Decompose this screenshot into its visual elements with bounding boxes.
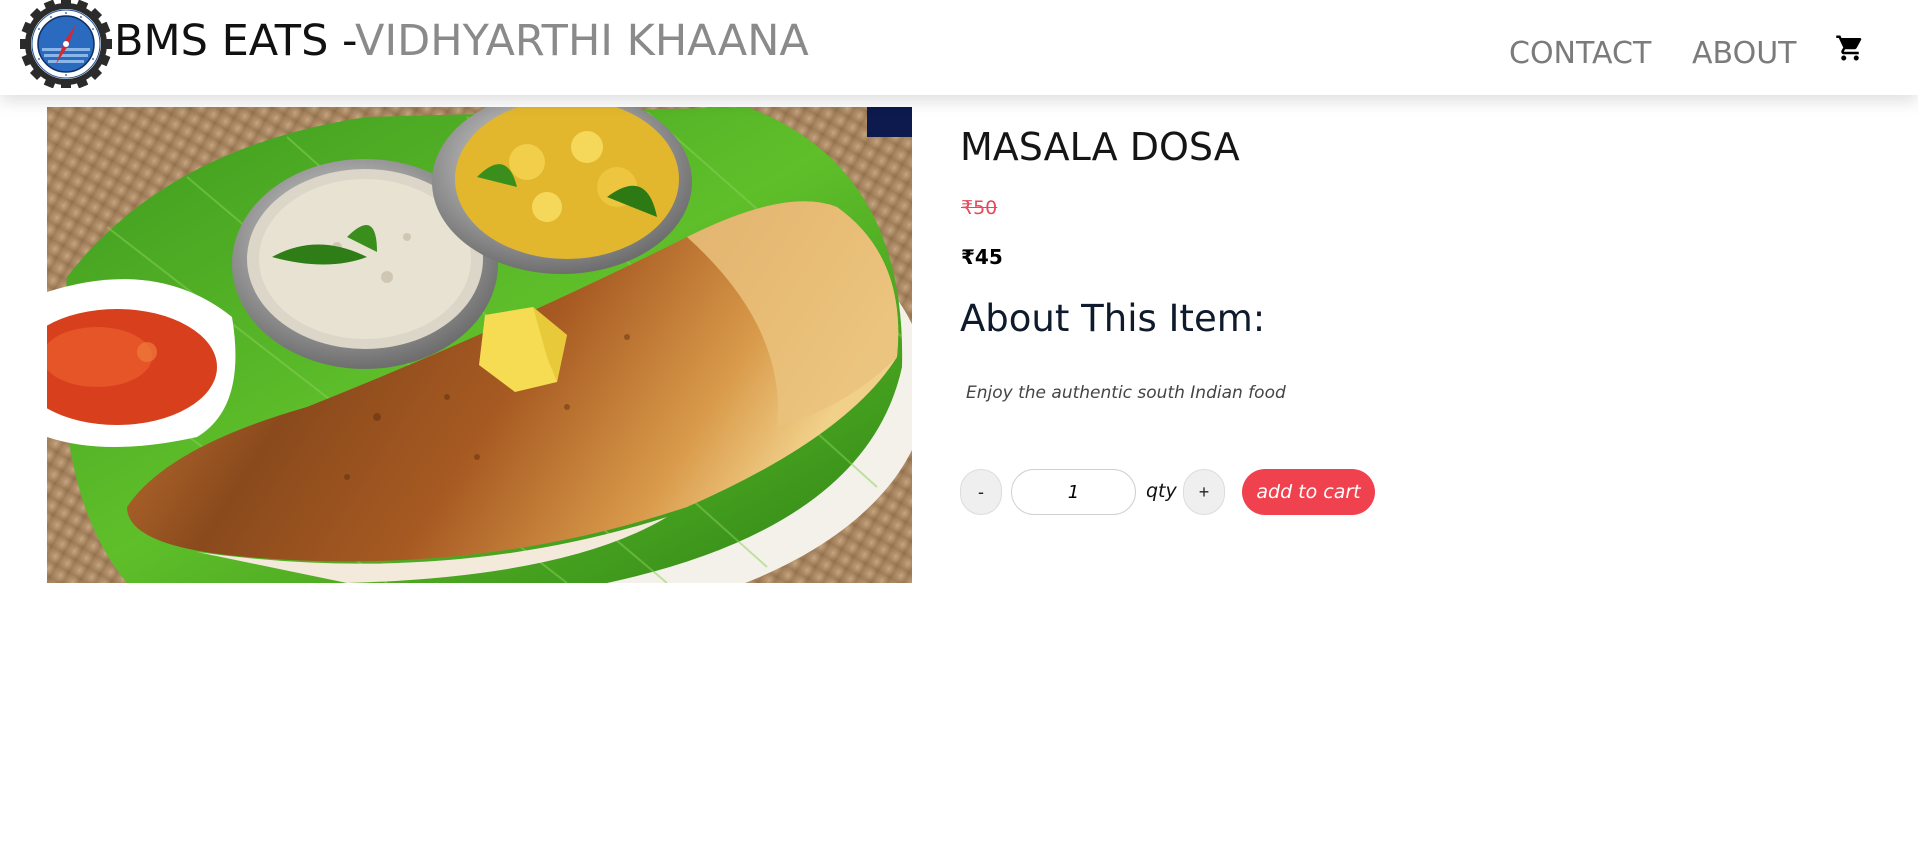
brand-secondary: VIDHYARTHI KHAANA xyxy=(355,16,809,66)
about-heading: About This Item: xyxy=(960,297,1266,340)
site-header: BMS EATS -VIDHYARTHI KHAANA CONTACT ABOU… xyxy=(0,0,1918,95)
college-logo-icon[interactable] xyxy=(20,0,112,88)
shopping-cart-icon[interactable] xyxy=(1835,33,1865,63)
decrease-quantity-button[interactable]: - xyxy=(960,469,1002,515)
product-image xyxy=(47,107,912,583)
brand-primary: BMS EATS - xyxy=(114,16,356,66)
increase-quantity-button[interactable]: + xyxy=(1183,469,1225,515)
nav-contact-link[interactable]: CONTACT xyxy=(1509,36,1651,71)
nav-about-link[interactable]: ABOUT xyxy=(1692,36,1796,71)
quantity-label: qty xyxy=(1146,480,1177,502)
original-price: ₹50 xyxy=(961,197,998,219)
quantity-input[interactable] xyxy=(1011,469,1136,515)
site-title[interactable]: BMS EATS -VIDHYARTHI KHAANA xyxy=(114,16,809,66)
product-description: Enjoy the authentic south Indian food xyxy=(966,383,1286,403)
add-to-cart-button[interactable]: add to cart xyxy=(1242,469,1375,515)
current-price: ₹45 xyxy=(961,245,1003,269)
product-title: MASALA DOSA xyxy=(960,125,1240,169)
